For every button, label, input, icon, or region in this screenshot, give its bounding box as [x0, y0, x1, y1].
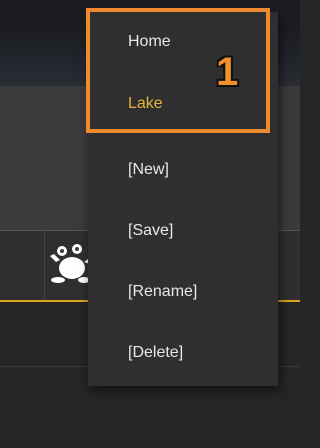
- menu-item-new[interactable]: [New]: [88, 140, 278, 200]
- callout-highlight-box: [86, 8, 270, 133]
- menu-item-delete[interactable]: [Delete]: [88, 323, 278, 383]
- menu-item-save[interactable]: [Save]: [88, 201, 278, 261]
- callout-number-badge: 1: [216, 50, 239, 94]
- frog-icon: [50, 244, 92, 283]
- menu-item-rename[interactable]: [Rename]: [88, 262, 278, 322]
- column-separator: [44, 231, 45, 302]
